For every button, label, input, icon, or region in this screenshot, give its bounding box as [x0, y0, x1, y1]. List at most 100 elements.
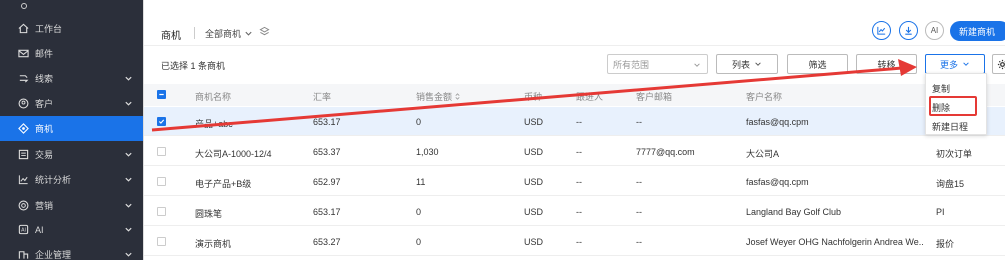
cell-follower: --: [576, 207, 582, 217]
chart-view-button[interactable]: [872, 21, 891, 40]
transfer-button[interactable]: 转移: [856, 54, 917, 74]
cell-currency: USD: [524, 237, 544, 247]
sidebar-item-customer[interactable]: 客户: [0, 91, 143, 116]
row-checkbox[interactable]: [157, 177, 166, 186]
cell-follower: --: [576, 117, 582, 127]
cell-name[interactable]: 大公司A-1000-12/4: [195, 147, 272, 160]
layers-icon[interactable]: [259, 26, 270, 37]
chevron-down-icon: [125, 203, 132, 208]
cell-rate: 653.37: [313, 147, 341, 157]
list-view-button[interactable]: 列表: [716, 54, 778, 74]
range-select[interactable]: 所有范围: [607, 54, 708, 74]
filter-button[interactable]: 筛选: [787, 54, 848, 74]
cell-stage: PI: [936, 207, 945, 217]
cell-customer[interactable]: 大公司A: [746, 147, 779, 160]
cell-amount: 1,030: [416, 147, 439, 157]
sidebar-item-marketing[interactable]: 营销: [0, 193, 143, 218]
sidebar-item-workbench[interactable]: 工作台: [0, 16, 143, 41]
new-opportunity-button[interactable]: 新建商机: [950, 21, 1005, 41]
menu-item-copy[interactable]: 复制: [932, 82, 950, 95]
sidebar-item-opportunity[interactable]: 商机: [0, 116, 143, 141]
sidebar-item-trade[interactable]: 交易: [0, 142, 143, 167]
chevron-down-icon: [125, 227, 132, 232]
chevron-down-icon: [125, 177, 132, 182]
transfer-label: 转移: [877, 59, 896, 70]
cell-amount: 0: [416, 117, 422, 127]
home-icon: [17, 23, 29, 35]
cell-name[interactable]: 产品+abc: [195, 117, 233, 130]
menu-item-new-schedule[interactable]: 新建日程: [932, 120, 968, 133]
cell-customer[interactable]: fasfas@qq.cpm: [746, 177, 809, 187]
scope-dropdown[interactable]: 全部商机: [205, 27, 253, 40]
cell-email: --: [636, 237, 642, 247]
column-header-rate[interactable]: 汇率: [313, 90, 331, 103]
cell-rate: 652.97: [313, 177, 341, 187]
more-dropdown-menu: 复制 删除 新建日程: [925, 73, 987, 135]
column-header-email[interactable]: 客户邮箱: [636, 90, 672, 103]
minus-icon: [159, 93, 164, 96]
chevron-down-icon: [963, 62, 969, 66]
cell-follower: --: [576, 177, 582, 187]
more-button[interactable]: 更多: [925, 54, 985, 74]
marketing-icon: [17, 200, 29, 212]
cell-amount: 0: [416, 237, 422, 247]
download-button[interactable]: [899, 21, 918, 40]
row-checkbox[interactable]: [157, 147, 166, 156]
cell-name[interactable]: 电子产品+B级: [195, 177, 251, 190]
row-checkbox[interactable]: [157, 237, 166, 246]
cell-email: --: [636, 117, 642, 127]
table-row[interactable]: 大公司A-1000-12/4 653.37 1,030 USD -- 7777@…: [144, 137, 1005, 166]
row-checkbox[interactable]: [157, 117, 166, 126]
cell-rate: 653.27: [313, 237, 341, 247]
cell-customer[interactable]: Langland Bay Golf Club: [746, 207, 841, 217]
header-divider: [194, 27, 195, 39]
page-header: 商机 全部商机 AI 新建商机: [144, 0, 1005, 46]
column-header-name[interactable]: 商机名称: [195, 90, 231, 103]
filter-label: 筛选: [808, 59, 827, 70]
chart-icon: [877, 26, 886, 35]
column-header-follower[interactable]: 跟进人: [576, 90, 603, 103]
sidebar-item-label: 营销: [35, 201, 54, 211]
column-header-currency[interactable]: 币种: [524, 90, 542, 103]
cell-name[interactable]: 圆珠笔: [195, 207, 222, 220]
list-label: 列表: [731, 59, 750, 70]
sidebar-item-label: 线索: [35, 74, 54, 84]
cell-rate: 653.17: [313, 207, 341, 217]
table-row[interactable]: 演示商机 653.27 0 USD -- -- Josef Weyer OHG …: [144, 227, 1005, 256]
check-icon: [158, 119, 165, 124]
menu-item-delete[interactable]: 删除: [932, 101, 950, 114]
download-icon: [905, 26, 912, 35]
ai-button[interactable]: AI: [925, 21, 944, 40]
sidebar-item-label: 商机: [35, 124, 54, 134]
sidebar-item-analytics[interactable]: 统计分析: [0, 167, 143, 192]
sidebar-item-enterprise[interactable]: 企业管理: [0, 242, 143, 260]
sidebar-item-leads[interactable]: 线索: [0, 66, 143, 91]
cell-rate: 653.17: [313, 117, 341, 127]
cell-name[interactable]: 演示商机: [195, 237, 231, 250]
cell-customer[interactable]: fasfas@qq.cpm: [746, 117, 809, 127]
table-row[interactable]: 电子产品+B级 652.97 11 USD -- -- fasfas@qq.cp…: [144, 167, 1005, 196]
sidebar-item-mail[interactable]: 邮件: [0, 41, 143, 66]
sidebar-item-label: AI: [35, 224, 44, 235]
trade-icon: [17, 149, 29, 161]
column-header-amount[interactable]: 销售金额: [416, 90, 461, 103]
sidebar-item-label: 工作台: [35, 24, 63, 34]
gear-icon: [997, 59, 1005, 69]
table-row[interactable]: 产品+abc 653.17 0 USD -- -- fasfas@qq.cpm: [144, 107, 1005, 136]
table-header: 商机名称 汇率 销售金额 币种 跟进人 客户邮箱 客户名称: [144, 84, 1005, 106]
table-row[interactable]: 圆珠笔 653.17 0 USD -- -- Langland Bay Golf…: [144, 197, 1005, 226]
chevron-down-icon: [125, 101, 132, 106]
column-header-customer[interactable]: 客户名称: [746, 90, 782, 103]
sidebar-item-ai[interactable]: AI AI: [0, 217, 143, 242]
settings-button[interactable]: [992, 54, 1005, 74]
cell-currency: USD: [524, 147, 544, 157]
column-header-amount-label: 销售金额: [416, 92, 453, 102]
cell-customer[interactable]: Josef Weyer OHG Nachfolgerin Andrea We..…: [746, 237, 924, 247]
sidebar: 工作台 邮件 线索 客户 商机 交易 统计分析 营销 AI AI 企业管理: [0, 0, 143, 260]
select-all-checkbox[interactable]: [157, 90, 166, 99]
row-checkbox[interactable]: [157, 207, 166, 216]
cell-stage: 初次订单: [936, 149, 973, 159]
chevron-down-icon: [125, 252, 132, 257]
cell-currency: USD: [524, 207, 544, 217]
sidebar-item-label: 邮件: [35, 49, 54, 59]
